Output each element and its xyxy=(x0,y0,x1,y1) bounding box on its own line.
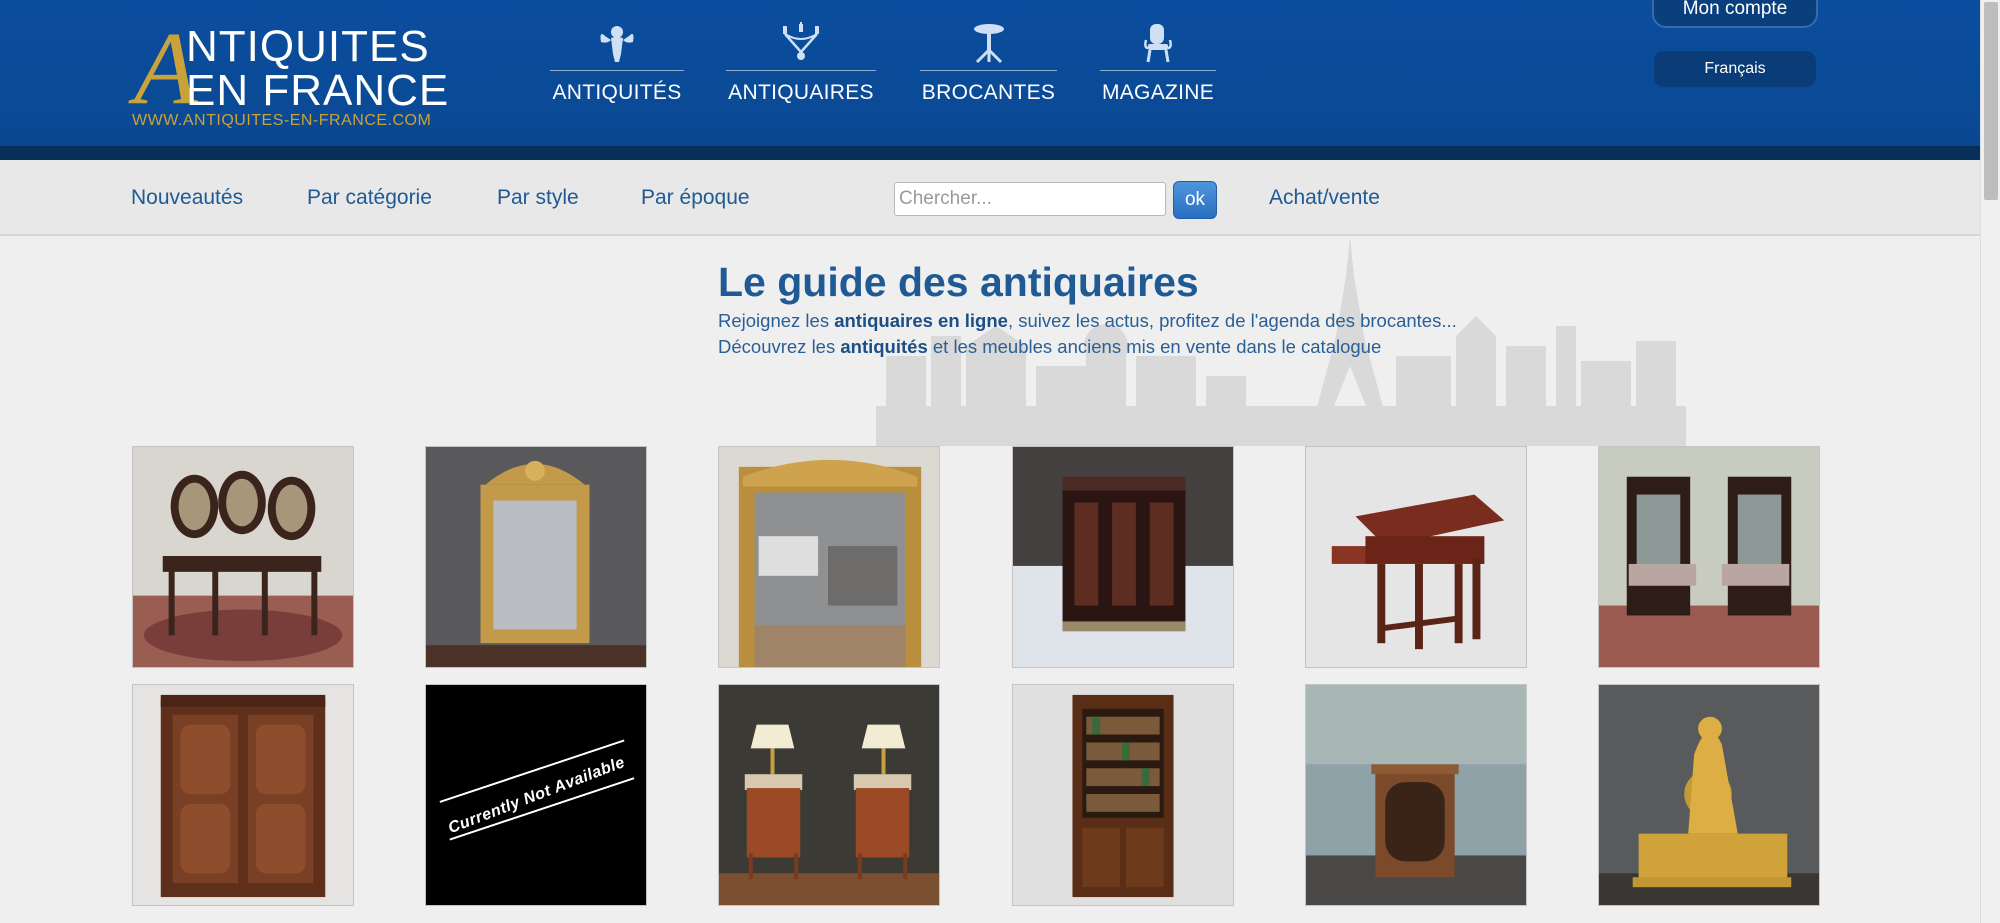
cherub-icon xyxy=(600,26,634,62)
language-selector[interactable]: Français xyxy=(1654,51,1816,87)
large-gilt-mirror-photo xyxy=(719,447,939,667)
chandelier-icon xyxy=(783,22,819,60)
small-cabinet-photo xyxy=(1306,685,1526,905)
product-tile-gilt-mirror[interactable] xyxy=(425,446,647,668)
intro-link-antiquaires[interactable]: antiquaires en ligne xyxy=(834,310,1008,331)
site-logo[interactable]: A NTIQUITES EN FRANCE WWW.ANTIQUITES-EN-… xyxy=(130,17,450,135)
nav-magazine[interactable]: MAGAZINE xyxy=(1100,22,1216,112)
nav-label: BROCANTES xyxy=(921,81,1056,104)
nav-antiquaires[interactable]: ANTIQUAIRES xyxy=(726,22,876,112)
nav-antiquites[interactable]: ANTIQUITÉS xyxy=(550,22,684,112)
product-tile-large-mirror[interactable] xyxy=(718,446,940,668)
nav-label: MAGAZINE xyxy=(1101,81,1215,104)
gilt-bronze-clock-photo xyxy=(1599,685,1819,905)
wooden-armoire-photo xyxy=(133,685,353,905)
header-band xyxy=(0,146,1980,160)
product-tile-cabinet[interactable] xyxy=(1012,446,1234,668)
armchair-icon xyxy=(1144,24,1172,63)
subnav-par-categorie[interactable]: Par catégorie xyxy=(307,186,432,210)
subnav-achat-vente[interactable]: Achat/vente xyxy=(1269,186,1380,210)
nav-label: ANTIQUITÉS xyxy=(552,81,682,104)
product-tile-reading-table[interactable] xyxy=(1305,446,1527,668)
product-tile-small-cabinet[interactable] xyxy=(1305,684,1527,906)
cane-back-chairs-photo xyxy=(133,447,353,667)
search-input[interactable] xyxy=(894,182,1166,216)
logo-text-line1: NTIQUITES xyxy=(186,22,430,71)
product-tile-chairs[interactable] xyxy=(132,446,354,668)
bedside-tables-lamps-photo xyxy=(719,685,939,905)
scrollbar-thumb[interactable] xyxy=(1984,2,1998,200)
pair-of-armchairs-photo xyxy=(1599,447,1819,667)
product-tile-bedside-tables[interactable] xyxy=(718,684,940,906)
page-title: Le guide des antiquaires xyxy=(718,259,1199,305)
page-scrollbar[interactable] xyxy=(1980,0,2000,923)
logo-text-line2: EN FRANCE xyxy=(186,66,450,115)
product-tile-armoire[interactable] xyxy=(132,684,354,906)
subnav-par-epoque[interactable]: Par époque xyxy=(641,186,750,210)
not-available-text: Currently Not Available xyxy=(446,753,628,838)
product-tile-clock[interactable] xyxy=(1598,684,1820,906)
search-submit-button[interactable]: ok xyxy=(1173,181,1217,219)
intro-line-2: Découvrez les antiquités et les meubles … xyxy=(718,336,1382,357)
intro-line-1: Rejoignez les antiquaires en ligne, suiv… xyxy=(718,310,1457,331)
pedestal-table-icon xyxy=(973,24,1004,64)
nav-brocantes[interactable]: BROCANTES xyxy=(920,22,1057,112)
site-header: A NTIQUITES EN FRANCE WWW.ANTIQUITES-EN-… xyxy=(0,0,1980,160)
account-button[interactable]: Mon compte xyxy=(1652,0,1818,28)
product-tile-bookcase[interactable] xyxy=(1012,684,1234,906)
reading-table-photo xyxy=(1306,447,1526,667)
cabinet-chest-photo xyxy=(1013,447,1233,667)
logo-url: WWW.ANTIQUITES-EN-FRANCE.COM xyxy=(132,112,432,129)
subnav-nouveautes[interactable]: Nouveautés xyxy=(131,186,243,210)
nav-label: ANTIQUAIRES xyxy=(728,81,874,104)
bookcase-cabinet-photo xyxy=(1013,685,1233,905)
product-tile-unavailable[interactable]: Currently Not Available xyxy=(425,684,647,906)
product-tile-armchairs[interactable] xyxy=(1598,446,1820,668)
gilt-frame-mirror-photo xyxy=(426,447,646,667)
subnav-par-style[interactable]: Par style xyxy=(497,186,579,210)
intro-link-antiquites[interactable]: antiquités xyxy=(840,336,927,357)
secondary-nav: Nouveautés Par catégorie Par style Par é… xyxy=(0,160,1980,236)
